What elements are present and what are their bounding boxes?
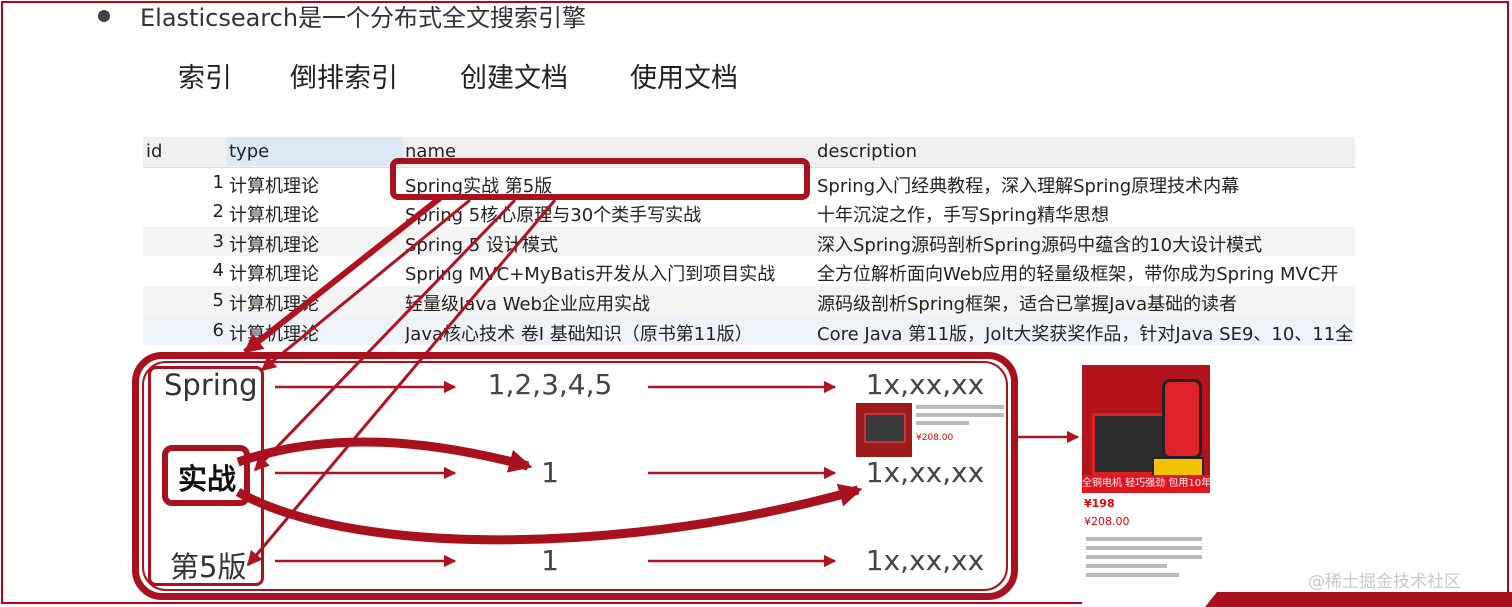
watermark: @稀土掘金技术社区 [1308,572,1461,592]
curve-term-to-id [236,437,533,473]
lookup-curved-arrows [235,437,863,545]
arrow-name-to-spring [260,198,471,372]
arrow-name-to-box [243,195,442,355]
curve-term-to-doc [235,483,863,545]
arrows-overlay [235,195,1080,568]
footer-band [1205,592,1512,607]
